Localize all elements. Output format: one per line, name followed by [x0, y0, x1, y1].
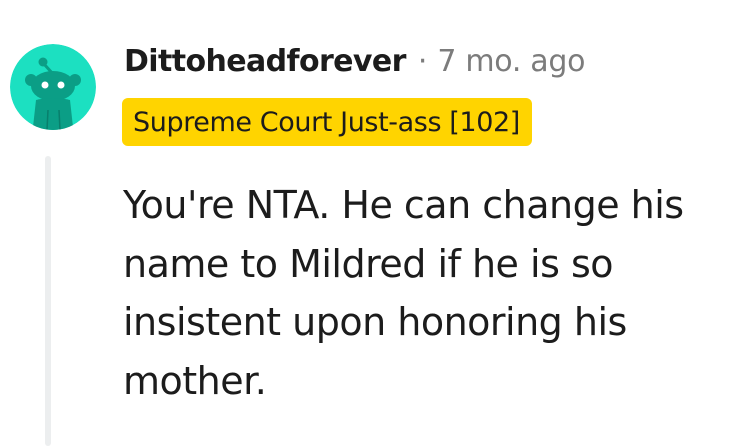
- user-flair-badge: Supreme Court Just-ass [102]: [122, 98, 532, 146]
- avatar-eye-left: [41, 81, 49, 89]
- avatar[interactable]: [10, 44, 96, 130]
- comment-header: Dittoheadforever · 7 mo. ago: [124, 36, 585, 86]
- username-link[interactable]: Dittoheadforever: [124, 44, 406, 79]
- thread-line[interactable]: [45, 156, 51, 446]
- comment-body: You're NTA. He can change his name to Mi…: [123, 183, 684, 403]
- comment-timestamp[interactable]: 7 mo. ago: [437, 44, 585, 79]
- avatar-eye-right: [57, 81, 65, 89]
- meta-separator: ·: [417, 43, 428, 79]
